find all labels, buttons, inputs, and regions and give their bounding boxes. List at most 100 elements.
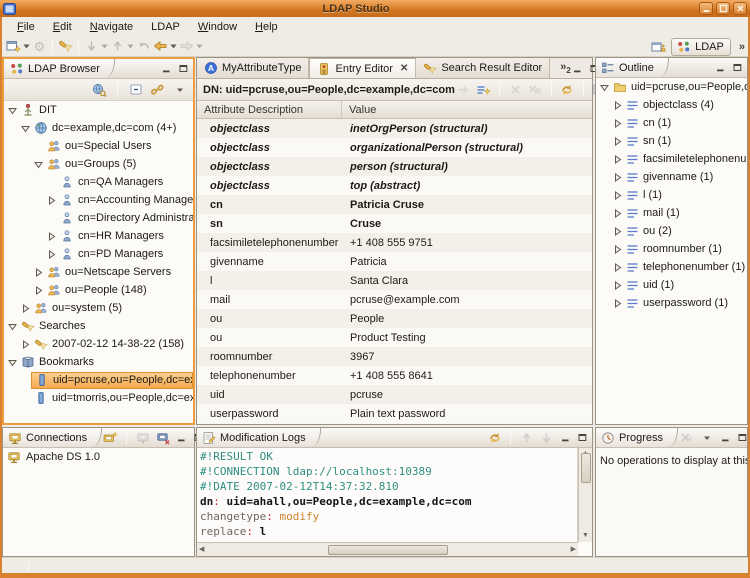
tree-item-content[interactable]: l (1) — [623, 187, 747, 204]
tree-item-content[interactable]: ou=Special Users — [44, 138, 193, 155]
tree-item-content[interactable]: givenname (1) — [623, 169, 747, 186]
tree-item[interactable]: uid (1) — [596, 276, 747, 294]
previous-annotation-dropdown[interactable] — [126, 37, 135, 55]
minimize-editor-button[interactable] — [571, 62, 585, 75]
collapse-arrow-icon[interactable] — [7, 106, 18, 115]
tree-item[interactable]: cn=HR Managers — [4, 227, 193, 245]
tree-item[interactable]: facsimiletelephonenumber — [596, 150, 747, 168]
column-header-attribute-description[interactable]: Attribute Description — [197, 101, 342, 118]
collapse-arrow-icon[interactable] — [33, 160, 44, 169]
perspective-overflow-chevron[interactable]: » — [735, 41, 747, 53]
new-connection-icon[interactable] — [102, 429, 119, 447]
new-value-icon[interactable] — [475, 81, 492, 99]
window-close-button[interactable] — [733, 2, 747, 15]
tree-item-content[interactable]: cn=Directory Administrators — [57, 210, 193, 227]
link-editor-icon[interactable] — [149, 81, 166, 99]
perspective-button-ldap[interactable]: LDAP — [671, 38, 731, 56]
attribute-row[interactable]: givennamePatricia — [197, 252, 592, 271]
tree-item-content[interactable]: objectclass (4) — [623, 97, 747, 114]
tree-item[interactable]: mail (1) — [596, 204, 747, 222]
attribute-row[interactable]: ouPeople — [197, 309, 592, 328]
attribute-row[interactable]: ouProduct Testing — [197, 328, 592, 347]
column-header-value[interactable]: Value — [342, 104, 592, 116]
tree-item-content[interactable]: cn=QA Managers — [57, 174, 193, 191]
menu-edit[interactable]: Edit — [44, 19, 81, 35]
window-maximize-button[interactable] — [716, 2, 730, 15]
expand-arrow-icon[interactable] — [612, 209, 623, 218]
maximize-view-button[interactable] — [735, 431, 749, 444]
attribute-row[interactable]: lSanta Clara — [197, 271, 592, 290]
expand-arrow-icon[interactable] — [46, 232, 57, 241]
tree-item[interactable]: givenname (1) — [596, 168, 747, 186]
attribute-row[interactable]: objectclasstop (abstract) — [197, 176, 592, 195]
new-wizard-dropdown[interactable] — [22, 37, 31, 55]
tree-item-content[interactable]: sn (1) — [623, 133, 747, 150]
attribute-row[interactable]: cnPatricia Cruse — [197, 195, 592, 214]
new-wizard-icon[interactable] — [5, 37, 22, 55]
expand-arrow-icon[interactable] — [612, 227, 623, 236]
tree-item-content[interactable]: dc=example,dc=com (4+) — [31, 120, 193, 137]
tree-item[interactable]: cn (1) — [596, 114, 747, 132]
outline-title-tab[interactable]: Outline — [596, 58, 669, 77]
attribute-row[interactable]: userpasswordPlain text password — [197, 404, 592, 423]
tree-item-content[interactable]: uid (1) — [623, 277, 747, 294]
tree-item[interactable]: cn=Directory Administrators — [4, 209, 193, 227]
view-menu-icon[interactable] — [171, 81, 188, 99]
quick-search-icon[interactable] — [91, 81, 108, 99]
tree-item[interactable]: 2007-02-12 14-38-22 (158) — [4, 335, 193, 353]
ldap-browser-title-tab[interactable]: LDAP Browser — [4, 59, 115, 78]
tree-item[interactable]: Searches — [4, 317, 193, 335]
expand-arrow-icon[interactable] — [33, 286, 44, 295]
tree-item-content[interactable]: uid=pcruse,ou=People,dc=ex — [610, 79, 747, 96]
progress-title-tab[interactable]: Progress — [596, 428, 678, 447]
editor-tab-entry-editor[interactable]: Entry Editor✕ — [309, 58, 416, 78]
tree-item-content[interactable]: cn=HR Managers — [57, 228, 193, 245]
connections-title-tab[interactable]: Connections — [3, 428, 102, 447]
menu-file[interactable]: File — [8, 19, 44, 35]
close-connection-icon[interactable] — [154, 429, 171, 447]
tree-item-content[interactable]: roomnumber (1) — [623, 241, 747, 258]
attribute-row[interactable]: mailpcruse@example.com — [197, 290, 592, 309]
attribute-row[interactable]: snCruse — [197, 214, 592, 233]
expand-arrow-icon[interactable] — [612, 281, 623, 290]
open-perspective-icon[interactable] — [650, 38, 667, 56]
tree-item[interactable]: ou=system (5) — [4, 299, 193, 317]
expand-arrow-icon[interactable] — [612, 191, 623, 200]
vertical-scrollbar[interactable]: ▲ ▼ — [578, 448, 592, 542]
maximize-view-button[interactable] — [575, 431, 589, 444]
tree-item[interactable]: ou=Groups (5) — [4, 155, 193, 173]
close-tab-icon[interactable]: ✕ — [400, 63, 408, 74]
tree-item[interactable]: Bookmarks — [4, 353, 193, 371]
collapse-arrow-icon[interactable] — [7, 322, 18, 331]
tree-item[interactable]: uid=pcruse,ou=People,dc=exampl — [4, 371, 193, 389]
tree-item[interactable]: roomnumber (1) — [596, 240, 747, 258]
forward-dropdown[interactable] — [195, 37, 204, 55]
maximize-view-button[interactable] — [730, 61, 744, 74]
connection-item[interactable]: Apache DS 1.0 — [3, 448, 194, 466]
minimize-view-button[interactable] — [558, 431, 572, 444]
minimize-view-button[interactable] — [713, 61, 727, 74]
tree-item[interactable]: cn=Accounting Managers — [4, 191, 193, 209]
tree-item[interactable]: dc=example,dc=com (4+) — [4, 119, 193, 137]
menu-ldap[interactable]: LDAP — [142, 19, 189, 35]
tree-item[interactable]: userpassword (1) — [596, 294, 747, 312]
collapse-arrow-icon[interactable] — [599, 83, 610, 92]
attribute-row[interactable]: roomnumber3967 — [197, 347, 592, 366]
attribute-row[interactable]: uidpcruse — [197, 385, 592, 404]
expand-arrow-icon[interactable] — [46, 196, 57, 205]
expand-arrow-icon[interactable] — [46, 250, 57, 259]
horizontal-scrollbar[interactable]: ◀ ▶ — [197, 542, 578, 556]
back-icon[interactable] — [152, 37, 169, 55]
tree-item-content[interactable]: Searches — [18, 318, 193, 335]
tree-item[interactable]: telephonenumber (1) — [596, 258, 747, 276]
maximize-view-button[interactable] — [176, 62, 190, 75]
tree-item[interactable]: ou=People (148) — [4, 281, 193, 299]
tree-item-content[interactable]: mail (1) — [623, 205, 747, 222]
tree-item[interactable]: DIT — [4, 101, 193, 119]
tree-item[interactable]: ou=Special Users — [4, 137, 193, 155]
expand-arrow-icon[interactable] — [612, 119, 623, 128]
editor-tab-myattributetype[interactable]: AMyAttributeType — [197, 58, 309, 78]
refresh-icon[interactable] — [486, 429, 503, 447]
expand-arrow-icon[interactable] — [612, 245, 623, 254]
search-icon[interactable] — [57, 37, 74, 55]
